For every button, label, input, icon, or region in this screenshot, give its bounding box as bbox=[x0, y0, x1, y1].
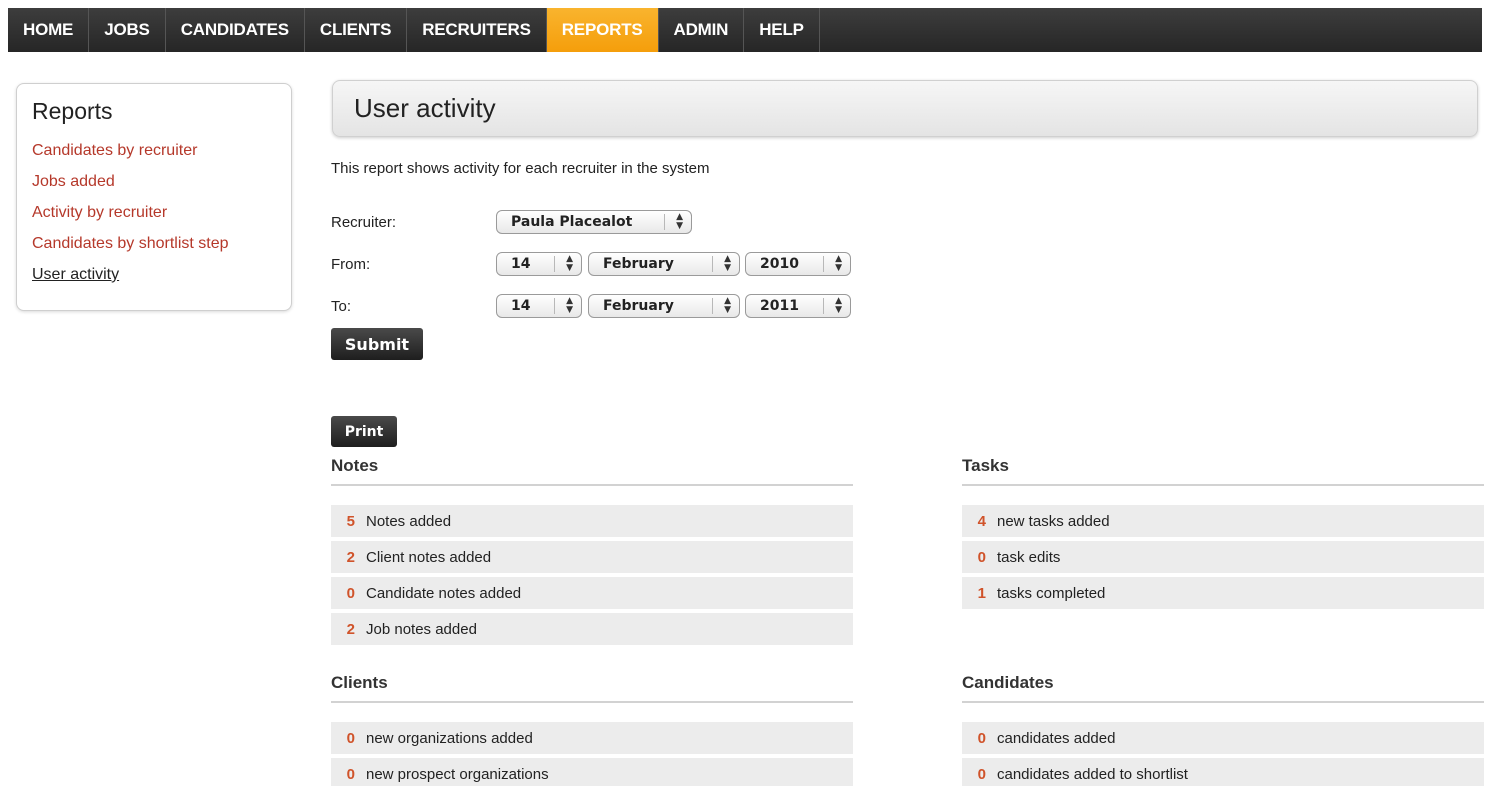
from-month-value: February bbox=[603, 256, 674, 272]
stat-count: 0 bbox=[977, 729, 986, 747]
stat-label: tasks completed bbox=[997, 584, 1106, 602]
to-year-select[interactable]: 2011 ▲ ▼ bbox=[745, 294, 851, 318]
page-title-bar: User activity bbox=[332, 80, 1478, 137]
to-label: To: bbox=[331, 298, 352, 315]
candidates-section-rule bbox=[962, 701, 1484, 703]
list-item: 5 Notes added bbox=[331, 505, 853, 539]
nav-help[interactable]: HELP bbox=[744, 8, 820, 52]
to-year-value: 2011 bbox=[760, 298, 799, 314]
report-description: This report shows activity for each recr… bbox=[331, 160, 710, 177]
nav-recruiters[interactable]: RECRUITERS bbox=[407, 8, 547, 52]
stat-count: 0 bbox=[346, 765, 355, 783]
list-item: 2 Client notes added bbox=[331, 541, 853, 575]
from-label: From: bbox=[331, 256, 371, 273]
updown-arrows-icon: ▲ ▼ bbox=[566, 254, 573, 273]
stat-label: new prospect organizations bbox=[366, 765, 549, 783]
stat-count: 0 bbox=[977, 548, 986, 566]
list-item: 2 Job notes added bbox=[331, 613, 853, 647]
tasks-section-title: Tasks bbox=[962, 456, 1009, 475]
to-day-select[interactable]: 14 ▲ ▼ bbox=[496, 294, 582, 318]
stat-count: 2 bbox=[346, 548, 355, 566]
list-item: 0 task edits bbox=[962, 541, 1484, 575]
list-item: 0 new organizations added bbox=[331, 722, 853, 756]
notes-section-rule bbox=[331, 484, 853, 486]
nav-jobs[interactable]: JOBS bbox=[89, 8, 166, 52]
to-month-select[interactable]: February ▲ ▼ bbox=[588, 294, 740, 318]
stat-count: 1 bbox=[977, 584, 986, 602]
stat-count: 0 bbox=[977, 765, 986, 783]
nav-admin[interactable]: ADMIN bbox=[659, 8, 745, 52]
stat-label: Client notes added bbox=[366, 548, 492, 566]
updown-arrows-icon: ▲ ▼ bbox=[566, 296, 573, 315]
sidebar-link-user-activity[interactable]: User activity bbox=[32, 259, 276, 290]
stat-label: Notes added bbox=[366, 512, 452, 530]
from-month-select[interactable]: February ▲ ▼ bbox=[588, 252, 740, 276]
updown-arrows-icon: ▲ ▼ bbox=[835, 296, 842, 315]
recruiter-select[interactable]: Paula Placealot ▲ ▼ bbox=[496, 210, 692, 234]
updown-arrows-icon: ▲ ▼ bbox=[724, 254, 731, 273]
page-title: User activity bbox=[354, 93, 496, 123]
stat-count: 0 bbox=[346, 729, 355, 747]
select-divider bbox=[712, 298, 713, 314]
list-item: 0 candidates added bbox=[962, 722, 1484, 756]
stat-label: Job notes added bbox=[366, 620, 477, 638]
stat-count: 4 bbox=[977, 512, 986, 530]
sidebar-title: Reports bbox=[32, 98, 113, 124]
list-item: 0 candidates added to shortlist bbox=[962, 758, 1484, 786]
reports-sidebar: Reports Candidates by recruiter Jobs add… bbox=[16, 83, 292, 311]
stat-label: new organizations added bbox=[366, 729, 533, 747]
list-item: 0 Candidate notes added bbox=[331, 577, 853, 611]
to-month-value: February bbox=[603, 298, 674, 314]
stat-label: candidates added bbox=[997, 729, 1116, 747]
select-divider bbox=[664, 214, 665, 230]
nav-reports[interactable]: REPORTS bbox=[546, 8, 659, 52]
submit-button[interactable]: Submit bbox=[331, 328, 423, 360]
candidates-section-title: Candidates bbox=[962, 673, 1054, 692]
notes-section-title: Notes bbox=[331, 456, 379, 475]
from-year-value: 2010 bbox=[760, 256, 799, 272]
list-item: 0 new prospect organizations bbox=[331, 758, 853, 786]
stat-count: 5 bbox=[346, 512, 355, 530]
stat-count: 0 bbox=[346, 584, 355, 602]
select-divider bbox=[554, 256, 555, 272]
stat-label: new tasks added bbox=[997, 512, 1110, 530]
stat-label: Candidate notes added bbox=[366, 584, 522, 602]
tasks-section-rule bbox=[962, 484, 1484, 486]
from-day-value: 14 bbox=[511, 256, 531, 272]
clients-section-rule bbox=[331, 701, 853, 703]
select-divider bbox=[712, 256, 713, 272]
sidebar-link-jobs-added[interactable]: Jobs added bbox=[32, 166, 276, 197]
sidebar-link-candidates-by-shortlist-step[interactable]: Candidates by shortlist step bbox=[32, 228, 276, 259]
nav-clients[interactable]: CLIENTS bbox=[305, 8, 408, 52]
from-year-select[interactable]: 2010 ▲ ▼ bbox=[745, 252, 851, 276]
stat-label: task edits bbox=[997, 548, 1061, 566]
recruiter-select-value: Paula Placealot bbox=[511, 214, 633, 230]
select-divider bbox=[823, 256, 824, 272]
updown-arrows-icon: ▲ ▼ bbox=[724, 296, 731, 315]
print-button[interactable]: Print bbox=[331, 416, 397, 447]
list-item: 1 tasks completed bbox=[962, 577, 1484, 611]
to-day-value: 14 bbox=[511, 298, 531, 314]
updown-arrows-icon: ▲ ▼ bbox=[835, 254, 842, 273]
select-divider bbox=[823, 298, 824, 314]
list-item: 4 new tasks added bbox=[962, 505, 1484, 539]
stat-count: 2 bbox=[346, 620, 355, 638]
sidebar-link-activity-by-recruiter[interactable]: Activity by recruiter bbox=[32, 197, 276, 228]
clients-section-title: Clients bbox=[331, 673, 388, 692]
from-day-select[interactable]: 14 ▲ ▼ bbox=[496, 252, 582, 276]
recruiter-label: Recruiter: bbox=[331, 214, 397, 231]
stat-label: candidates added to shortlist bbox=[997, 765, 1188, 783]
nav-home[interactable]: HOME bbox=[8, 8, 90, 52]
sidebar-link-candidates-by-recruiter[interactable]: Candidates by recruiter bbox=[32, 135, 276, 166]
updown-arrows-icon: ▲ ▼ bbox=[676, 212, 683, 231]
select-divider bbox=[554, 298, 555, 314]
nav-candidates[interactable]: CANDIDATES bbox=[166, 8, 305, 52]
top-nav: HOME JOBS CANDIDATES CLIENTS RECRUITERS … bbox=[8, 8, 1482, 52]
